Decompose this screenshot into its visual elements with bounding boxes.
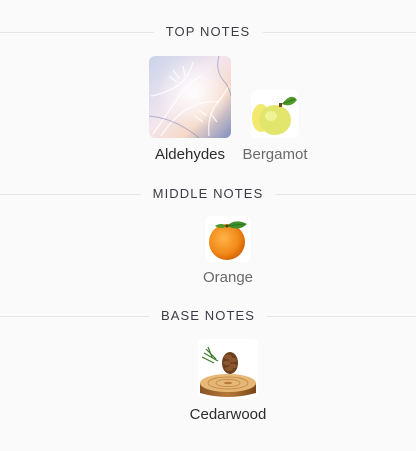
- section-header-top-notes: TOP NOTES: [0, 20, 416, 44]
- aldehydes-image: [149, 56, 231, 138]
- section-header-middle-notes: MIDDLE NOTES: [0, 182, 416, 206]
- note-name-orange: Orange: [202, 269, 254, 286]
- cedarwood-image: [198, 339, 258, 399]
- note-cedarwood[interactable]: Cedarwood: [178, 337, 278, 427]
- note-bergamot[interactable]: Bergamot: [235, 88, 315, 166]
- orange-image: [205, 216, 251, 262]
- note-name-cedarwood: Cedarwood: [189, 406, 267, 423]
- section-title-top-notes: TOP NOTES: [153, 20, 263, 44]
- section-header-base-notes: BASE NOTES: [0, 304, 416, 328]
- note-orange[interactable]: Orange: [188, 214, 268, 286]
- bergamot-image: [251, 90, 299, 138]
- note-name-aldehydes: Aldehydes: [154, 146, 226, 163]
- section-title-base-notes: BASE NOTES: [148, 304, 268, 328]
- section-title-middle-notes: MIDDLE NOTES: [140, 182, 276, 206]
- note-name-bergamot: Bergamot: [242, 146, 308, 163]
- note-aldehydes[interactable]: Aldehydes: [140, 55, 240, 165]
